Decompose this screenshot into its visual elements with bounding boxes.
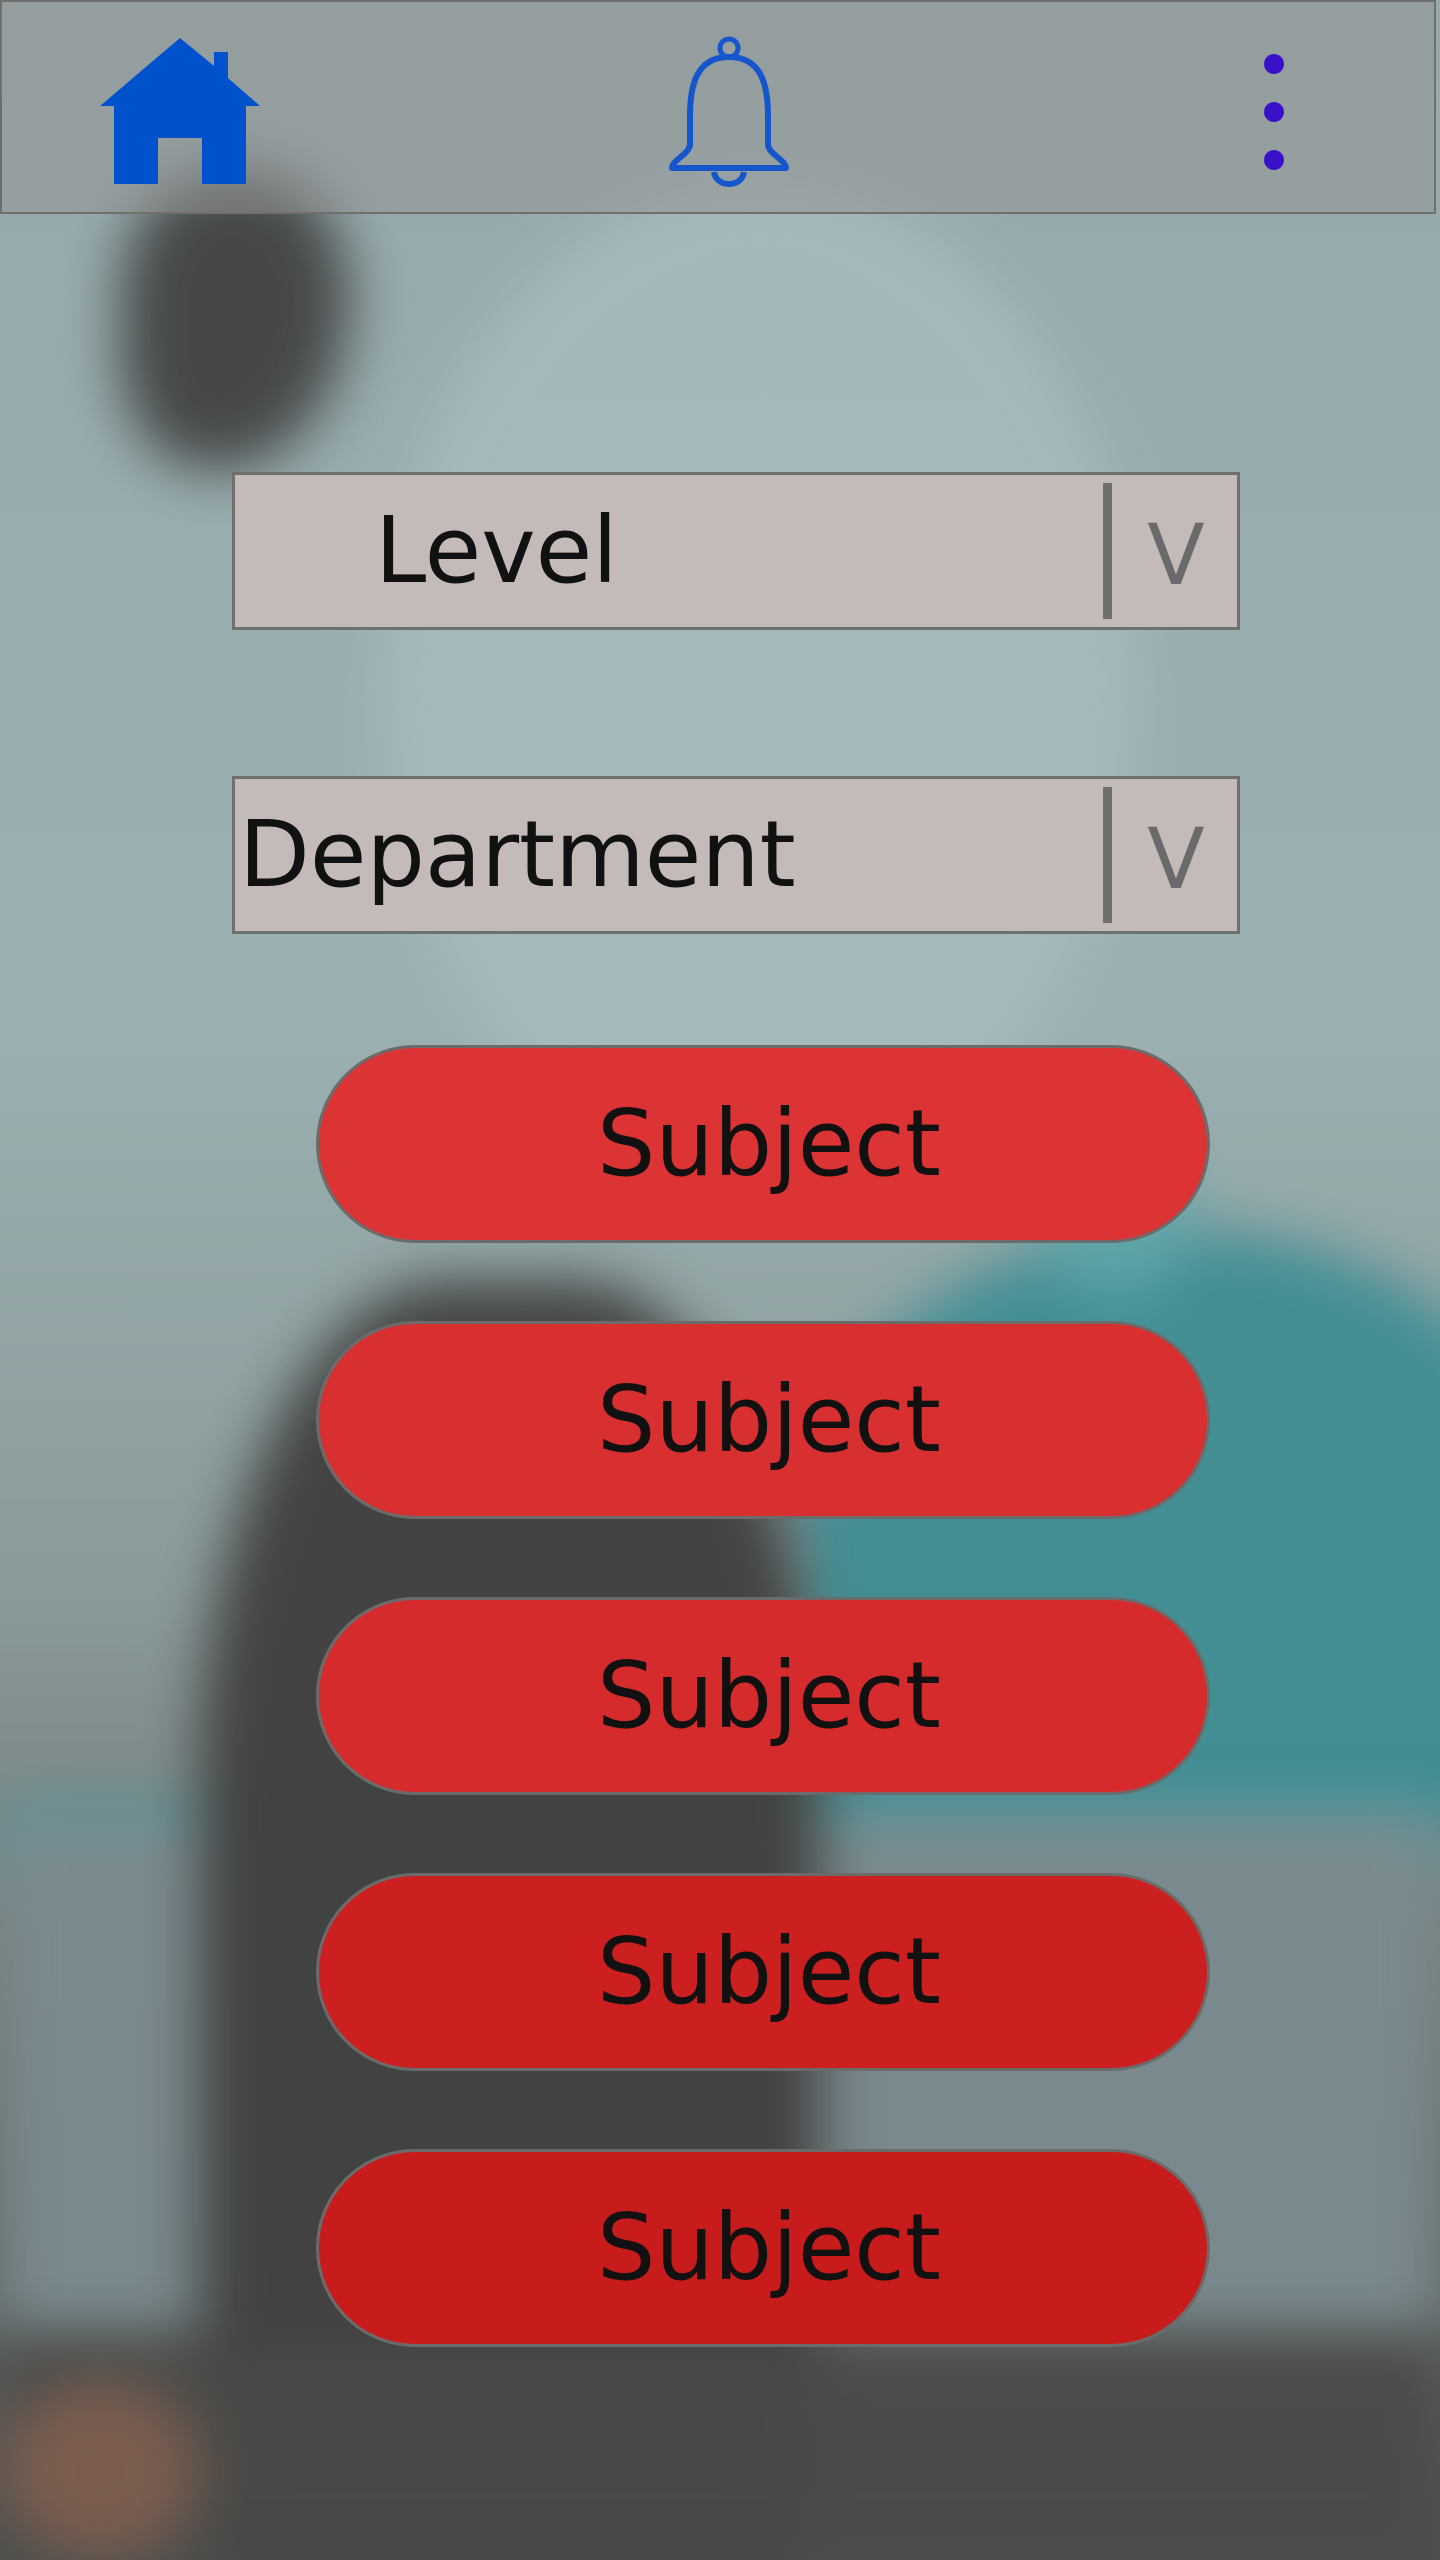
background-sky [380, 180, 1140, 1180]
subject-button-label: Subject [597, 1918, 941, 2025]
level-dropdown-label: Level [375, 497, 618, 604]
more-vertical-icon[interactable] [1260, 48, 1288, 178]
chevron-down-icon[interactable]: V [1115, 475, 1237, 627]
background-ground [0, 2340, 1440, 2560]
subject-button-label: Subject [597, 1642, 941, 1749]
subject-button-1[interactable]: Subject [316, 1045, 1210, 1243]
top-bar [0, 0, 1436, 214]
subject-button-4[interactable]: Subject [316, 1873, 1210, 2071]
department-dropdown-label: Department [239, 801, 796, 908]
dropdown-divider [1103, 787, 1112, 923]
department-dropdown[interactable]: Department V [232, 776, 1240, 934]
chevron-down-icon[interactable]: V [1115, 779, 1237, 931]
more-dot [1264, 102, 1284, 122]
subject-button-label: Subject [597, 2194, 941, 2301]
home-icon[interactable] [100, 36, 260, 186]
subject-button-3[interactable]: Subject [316, 1597, 1210, 1795]
dropdown-divider [1103, 483, 1112, 619]
more-dot [1264, 150, 1284, 170]
background-flowers [0, 2380, 200, 2560]
subject-button-label: Subject [597, 1090, 941, 1197]
more-dot [1264, 54, 1284, 74]
bell-icon[interactable] [664, 36, 794, 196]
level-dropdown[interactable]: Level V [232, 472, 1240, 630]
background-bird [120, 170, 350, 470]
subject-button-label: Subject [597, 1366, 941, 1473]
subject-button-5[interactable]: Subject [316, 2149, 1210, 2347]
subject-button-2[interactable]: Subject [316, 1321, 1210, 1519]
